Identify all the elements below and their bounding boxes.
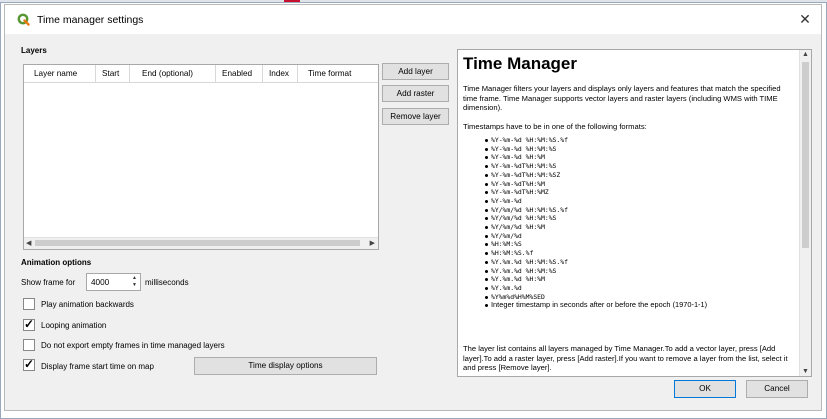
help-scroll-thumb[interactable] <box>802 62 809 248</box>
checkmark-icon: ✓ <box>24 357 35 371</box>
help-title: Time Manager <box>463 54 578 73</box>
list-item: %Y-%m-%d %H:%M:%S <box>485 145 785 154</box>
list-item: %Y.%m.%d %H:%M:%S <box>485 267 785 276</box>
remove-layer-button[interactable]: Remove layer <box>382 108 449 125</box>
list-item: Integer timestamp in seconds after or be… <box>485 301 785 310</box>
list-item: %Y-%m-%dT%H:%M <box>485 180 785 189</box>
list-item: %Y/%m/%d %H:%M:%S <box>485 214 785 223</box>
horizontal-scrollbar[interactable]: ◀ ▶ <box>24 237 378 249</box>
animation-options-heading: Animation options <box>21 258 92 267</box>
column-header-layer-name[interactable]: Layer name <box>24 65 96 82</box>
spin-arrows-icon[interactable]: ▲ ▼ <box>130 275 139 289</box>
list-item: %Y/%m/%d %H:%M <box>485 223 785 232</box>
column-header-index[interactable]: Index <box>263 65 298 82</box>
window-title: Time manager settings <box>37 14 144 26</box>
list-item: %H:%M:%S.%f <box>485 249 785 258</box>
list-item: %Y-%m-%dT%H:%M:%S <box>485 162 785 171</box>
formats-list: %Y-%m-%d %H:%M:%S.%f %Y-%m-%d %H:%M:%S %… <box>485 136 785 310</box>
help-formats-intro: Timestamps have to be in one of the foll… <box>463 122 647 131</box>
list-item: %Y.%m.%d <box>485 284 785 293</box>
display-start-time-label: Display frame start time on map <box>41 362 154 371</box>
title-bar: Time manager settings ✕ <box>5 5 821 34</box>
help-vertical-scrollbar[interactable]: ▲ ▼ <box>799 50 811 376</box>
add-layer-button[interactable]: Add layer <box>382 63 449 80</box>
list-item: %Y.%m.%d %H:%M:%S.%f <box>485 258 785 267</box>
no-empty-frames-checkbox[interactable] <box>23 339 35 351</box>
show-frame-label: Show frame for <box>21 278 76 287</box>
layers-table-header: Layer name Start End (optional) Enabled … <box>24 65 378 83</box>
play-backwards-label: Play animation backwards <box>41 300 134 309</box>
list-item: %Y-%m-%dT%H:%MZ <box>485 188 785 197</box>
list-item: %Y-%m-%dT%H:%M:%SZ <box>485 171 785 180</box>
list-item: %Y-%m-%d %H:%M <box>485 153 785 162</box>
column-header-time-format[interactable]: Time format <box>298 65 378 82</box>
help-panel: Time Manager Time Manager filters your l… <box>457 49 812 377</box>
frame-duration-value[interactable]: 4000 <box>91 278 109 287</box>
looping-animation-label: Looping animation <box>41 321 107 330</box>
no-empty-frames-label: Do not export empty frames in time manag… <box>41 341 225 350</box>
add-raster-button[interactable]: Add raster <box>382 85 449 102</box>
list-item: %Y-%m-%d <box>485 197 785 206</box>
help-intro: Time Manager filters your layers and dis… <box>463 84 781 113</box>
checkmark-icon: ✓ <box>24 317 35 331</box>
cancel-button[interactable]: Cancel <box>746 380 808 398</box>
milliseconds-label: milliseconds <box>145 278 189 287</box>
layers-heading: Layers <box>21 46 47 55</box>
column-header-end[interactable]: End (optional) <box>130 65 216 82</box>
play-backwards-checkbox[interactable] <box>23 298 35 310</box>
frame-duration-spinbox[interactable]: 4000 ▲ ▼ <box>86 273 141 291</box>
layers-table[interactable]: Layer name Start End (optional) Enabled … <box>23 64 379 250</box>
looping-animation-checkbox[interactable]: ✓ <box>23 317 35 331</box>
list-item: %Y.%m.%d %H:%M <box>485 275 785 284</box>
list-item: %H:%M:%S <box>485 240 785 249</box>
qgis-icon <box>17 13 30 26</box>
scroll-down-icon[interactable]: ▼ <box>802 368 809 375</box>
close-button[interactable]: ✕ <box>797 11 813 27</box>
help-outro: The layer list contains all layers manag… <box>463 344 788 373</box>
ok-button[interactable]: OK <box>674 380 736 398</box>
scroll-thumb[interactable] <box>35 240 360 246</box>
column-header-enabled[interactable]: Enabled <box>216 65 263 82</box>
scroll-left-icon[interactable]: ◀ <box>26 239 31 247</box>
time-manager-dialog: Time manager settings ✕ Layers Layer nam… <box>4 4 822 411</box>
scroll-up-icon[interactable]: ▲ <box>802 51 809 58</box>
list-item: %Y-%m-%d %H:%M:%S.%f <box>485 136 785 145</box>
time-display-options-button[interactable]: Time display options <box>194 357 377 375</box>
display-start-time-checkbox[interactable]: ✓ <box>23 357 35 371</box>
list-item: %Y/%m/%d %H:%M:%S.%f <box>485 206 785 215</box>
scroll-right-icon[interactable]: ▶ <box>370 239 375 247</box>
list-item: %Y/%m/%d <box>485 232 785 241</box>
column-header-start[interactable]: Start <box>96 65 130 82</box>
